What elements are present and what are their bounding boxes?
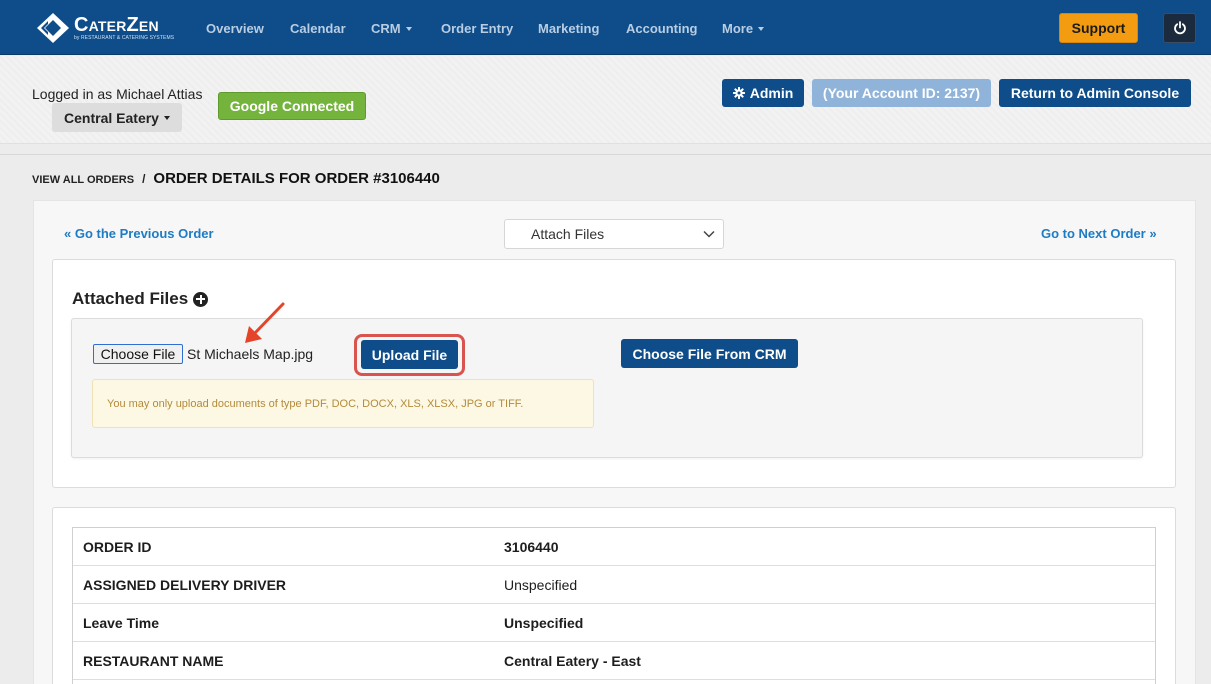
- upload-file-button[interactable]: Upload File: [361, 340, 458, 369]
- nav-order-entry[interactable]: Order Entry: [441, 21, 513, 36]
- order-section-select-value: Attach Files: [531, 226, 605, 242]
- power-icon: [1173, 21, 1186, 35]
- add-circle-icon[interactable]: [193, 291, 209, 307]
- breadcrumb-view-all-orders[interactable]: VIEW ALL ORDERS: [32, 174, 134, 186]
- choose-file-from-crm-button[interactable]: Choose File From CRM: [621, 339, 798, 368]
- table-row: ASSIGNED DELIVERY DRIVER Unspecified: [73, 566, 1155, 604]
- nav-accounting[interactable]: Accounting: [626, 21, 698, 36]
- admin-button[interactable]: Admin: [722, 79, 804, 107]
- top-navbar: CaterZen by RESTAURANT & CATERING SYSTEM…: [0, 0, 1211, 55]
- gear-icon: [732, 87, 745, 99]
- row-value: Unspecified: [504, 577, 578, 593]
- chevron-down-icon: [703, 230, 715, 238]
- order-info-table: ORDER ID 3106440 ASSIGNED DELIVERY DRIVE…: [72, 527, 1156, 684]
- logged-in-text: Logged in as Michael Attias: [32, 86, 203, 102]
- brand-name: CaterZen: [74, 14, 159, 36]
- file-type-notice: You may only upload documents of type PD…: [92, 379, 594, 428]
- row-key: ORDER ID: [83, 539, 152, 555]
- nav-order-entry-label: Order Entry: [441, 21, 514, 36]
- row-key: RESTAURANT NAME: [83, 653, 224, 669]
- return-to-admin-console-button[interactable]: Return to Admin Console: [999, 79, 1191, 107]
- row-value: 3106440: [504, 539, 559, 555]
- venue-dropdown[interactable]: Central Eatery: [52, 103, 182, 132]
- attached-files-title: Attached Files: [72, 289, 189, 308]
- selected-file-name: St Michaels Map.jpg: [187, 346, 314, 362]
- order-section-select[interactable]: Attach Files: [504, 219, 724, 249]
- header-divider: [0, 154, 1211, 155]
- logout-button[interactable]: [1163, 13, 1196, 43]
- venue-label: Central Eatery: [64, 109, 159, 126]
- nav-calendar[interactable]: Calendar: [290, 21, 346, 36]
- nav-crm[interactable]: CRM: [371, 21, 412, 36]
- page-title: ORDER DETAILS FOR ORDER #3106440: [153, 170, 440, 187]
- account-id-button[interactable]: (Your Account ID: 2137): [812, 79, 991, 107]
- nav-accounting-label: Accounting: [626, 21, 698, 36]
- nav-more[interactable]: More: [722, 21, 765, 36]
- nav-crm-label: CRM: [371, 21, 401, 36]
- google-connected-button[interactable]: Google Connected: [218, 92, 366, 120]
- choose-file-button[interactable]: Choose File: [93, 344, 183, 364]
- table-row: ORDER ID 3106440: [73, 528, 1155, 566]
- nav-marketing-label: Marketing: [538, 21, 600, 36]
- brand-tagline: by RESTAURANT & CATERING SYSTEMS: [74, 35, 175, 41]
- file-type-notice-text: You may only upload documents of type PD…: [107, 397, 524, 410]
- nav-calendar-label: Calendar: [290, 21, 346, 36]
- row-value: Central Eatery - East: [504, 653, 641, 669]
- chevron-down-icon: [405, 27, 412, 31]
- table-row: Leave Time Unspecified: [73, 604, 1155, 642]
- previous-order-link[interactable]: « Go the Previous Order: [64, 226, 214, 241]
- nav-more-label: More: [722, 21, 754, 36]
- caterzen-logo-icon: [37, 13, 69, 43]
- breadcrumb-separator: /: [142, 172, 146, 186]
- caterzen-logo[interactable]: CaterZen by RESTAURANT & CATERING SYSTEM…: [36, 12, 174, 44]
- support-button[interactable]: Support: [1059, 13, 1138, 43]
- next-order-link[interactable]: Go to Next Order »: [1041, 226, 1157, 241]
- table-row: RESTAURANT NAME Central Eatery - East: [73, 642, 1155, 680]
- annotation-arrow-icon: [245, 302, 285, 343]
- admin-label: Admin: [749, 85, 794, 101]
- row-value: Unspecified: [504, 615, 584, 631]
- nav-overview-label: Overview: [206, 21, 264, 36]
- breadcrumb: VIEW ALL ORDERS / ORDER DETAILS FOR ORDE…: [32, 170, 440, 187]
- chevron-down-icon: [758, 27, 765, 31]
- attached-files-heading: Attached Files: [72, 289, 209, 309]
- nav-marketing[interactable]: Marketing: [538, 21, 599, 36]
- nav-overview[interactable]: Overview: [206, 21, 264, 36]
- row-key: Leave Time: [83, 615, 160, 631]
- chevron-down-icon: [163, 115, 170, 120]
- row-key: ASSIGNED DELIVERY DRIVER: [83, 577, 287, 593]
